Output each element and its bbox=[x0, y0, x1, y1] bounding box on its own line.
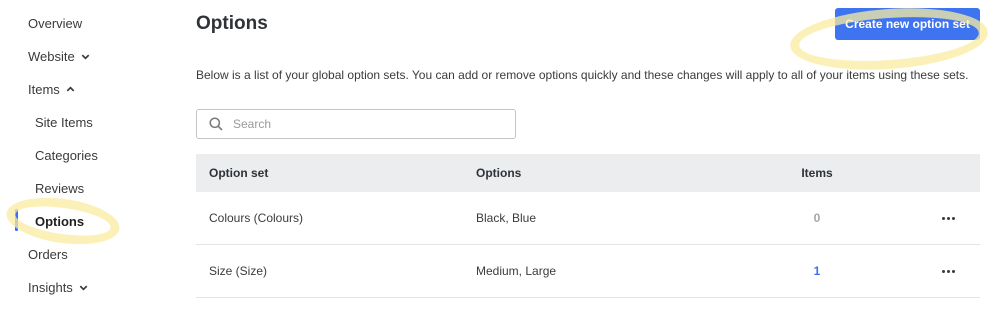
items-count: 0 bbox=[813, 211, 821, 225]
nav-overview[interactable]: Overview bbox=[28, 13, 82, 33]
search-input[interactable] bbox=[231, 116, 495, 132]
chevron-down-icon bbox=[79, 285, 88, 291]
nav-categories-label: Categories bbox=[35, 147, 98, 163]
more-horizontal-icon bbox=[941, 269, 955, 273]
row-actions-button[interactable] bbox=[938, 192, 958, 244]
option-values: Black, Blue bbox=[476, 211, 537, 225]
nav-items-label: Items bbox=[28, 81, 60, 97]
page-title: Options bbox=[196, 13, 268, 34]
row-actions-button[interactable] bbox=[938, 245, 958, 297]
nav-orders-label: Orders bbox=[28, 246, 68, 262]
column-header-option-set: Option set bbox=[209, 166, 269, 180]
create-option-set-button[interactable]: Create new option set bbox=[835, 8, 980, 40]
chevron-down-icon bbox=[81, 54, 90, 60]
column-header-items: Items bbox=[801, 166, 833, 180]
search-icon bbox=[209, 117, 223, 131]
active-indicator bbox=[15, 209, 18, 231]
column-header-options: Options bbox=[476, 166, 522, 180]
nav-options[interactable]: Options bbox=[35, 211, 84, 231]
nav-site-items[interactable]: Site Items bbox=[35, 112, 93, 132]
page-description: Below is a list of your global option se… bbox=[196, 68, 969, 82]
nav-website-label: Website bbox=[28, 48, 75, 64]
nav-reviews[interactable]: Reviews bbox=[35, 178, 84, 198]
nav-overview-label: Overview bbox=[28, 15, 83, 31]
option-values: Medium, Large bbox=[476, 264, 557, 278]
chevron-up-icon bbox=[66, 85, 75, 91]
table-row[interactable]: Colours (Colours) Black, Blue 0 bbox=[196, 192, 980, 245]
nav-insights-label: Insights bbox=[28, 279, 73, 295]
more-horizontal-icon bbox=[941, 216, 955, 220]
search-box[interactable] bbox=[196, 109, 516, 139]
sidebar-nav: Overview Website Items Site Items Catego… bbox=[0, 0, 168, 309]
option-set-name: Colours (Colours) bbox=[209, 211, 304, 225]
table-row[interactable]: Size (Size) Medium, Large 1 bbox=[196, 245, 980, 298]
nav-site-items-label: Site Items bbox=[35, 114, 93, 130]
nav-reviews-label: Reviews bbox=[35, 180, 85, 196]
nav-orders[interactable]: Orders bbox=[28, 244, 68, 264]
main-content: Options Create new option set Below is a… bbox=[196, 0, 980, 309]
nav-insights[interactable]: Insights bbox=[28, 277, 89, 297]
nav-categories[interactable]: Categories bbox=[35, 145, 98, 165]
table-header: Option set Options Items bbox=[196, 154, 980, 192]
option-set-name: Size (Size) bbox=[209, 264, 268, 278]
nav-items[interactable]: Items bbox=[28, 79, 76, 99]
items-count-link[interactable]: 1 bbox=[802, 245, 832, 297]
option-sets-table: Option set Options Items Colours (Colour… bbox=[196, 154, 980, 298]
nav-options-label: Options bbox=[35, 213, 85, 229]
nav-website[interactable]: Website bbox=[28, 46, 91, 66]
